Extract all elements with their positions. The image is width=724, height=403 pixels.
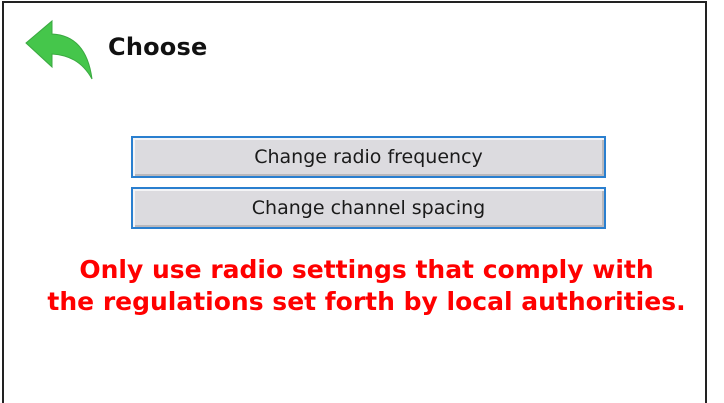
back-button[interactable] (22, 17, 98, 83)
regulatory-warning: Only use radio settings that comply with… (14, 254, 719, 318)
page-title: Choose (108, 33, 208, 61)
button-label: Change channel spacing (251, 197, 486, 219)
change-radio-frequency-button[interactable]: Change radio frequency (131, 136, 606, 178)
button-label: Change radio frequency (254, 146, 483, 168)
back-arrow-icon (25, 19, 93, 80)
screen-frame: Choose Change radio frequency Change cha… (2, 1, 707, 403)
change-channel-spacing-button[interactable]: Change channel spacing (131, 187, 606, 229)
warning-line-2: the regulations set forth by local autho… (47, 287, 686, 316)
warning-line-1: Only use radio settings that comply with (79, 255, 654, 284)
